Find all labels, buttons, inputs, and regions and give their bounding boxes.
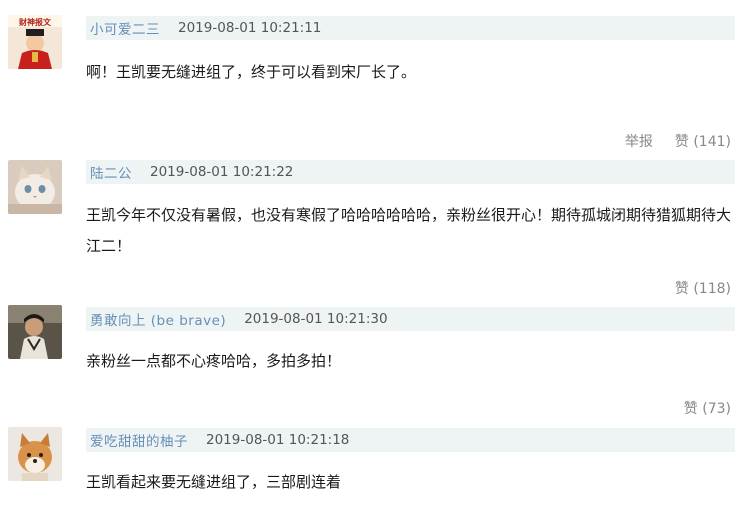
comment-text: 啊！王凯要无缝进组了，终于可以看到宋厂长了。 xyxy=(86,63,417,81)
comment-meta-bar: 勇敢向上 (be brave) 2019-08-01 10:21:30 xyxy=(86,307,735,331)
timestamp: 2019-08-01 10:21:30 xyxy=(244,311,388,327)
comment-meta-bar: 小可爱二三 2019-08-01 10:21:11 xyxy=(86,16,735,40)
username-link[interactable]: 陆二公 xyxy=(86,162,132,182)
username-link[interactable]: 勇敢向上 (be brave) xyxy=(86,309,226,329)
username-link[interactable]: 小可爱二三 xyxy=(86,18,160,38)
caishen-avatar-icon[interactable]: 财神报文 xyxy=(8,15,62,69)
comment-actions: 赞 (118) xyxy=(675,278,731,298)
avatar-text: 财神报文 xyxy=(18,17,52,27)
comment-actions: 赞 (73) xyxy=(684,398,731,418)
comment-text: 亲粉丝一点都不心疼哈哈，多拍多拍！ xyxy=(86,352,342,370)
comment-meta-bar: 陆二公 2019-08-01 10:21:22 xyxy=(86,160,735,184)
timestamp: 2019-08-01 10:21:11 xyxy=(178,20,322,36)
shiba-dog-avatar-icon[interactable] xyxy=(8,427,62,481)
timestamp: 2019-08-01 10:21:22 xyxy=(150,164,294,180)
cat-avatar-icon[interactable] xyxy=(8,160,62,214)
person-avatar-icon[interactable] xyxy=(8,305,62,359)
username-link[interactable]: 爱吃甜甜的柚子 xyxy=(86,430,188,450)
comment-actions: 举报 赞 (141) xyxy=(625,131,731,151)
like-button[interactable]: 赞 (73) xyxy=(684,398,731,418)
comment-text: 王凯看起来要无缝进组了，三部剧连着 xyxy=(86,473,342,491)
timestamp: 2019-08-01 10:21:18 xyxy=(206,432,350,448)
comment-meta-bar: 爱吃甜甜的柚子 2019-08-01 10:21:18 xyxy=(86,428,735,452)
like-button[interactable]: 赞 (118) xyxy=(675,278,731,298)
like-button[interactable]: 赞 (141) xyxy=(675,131,731,151)
comment-text: 王凯今年不仅没有暑假，也没有寒假了哈哈哈哈哈哈，亲粉丝很开心！期待孤城闭期待猎狐… xyxy=(86,206,732,255)
report-button[interactable]: 举报 xyxy=(625,131,653,151)
